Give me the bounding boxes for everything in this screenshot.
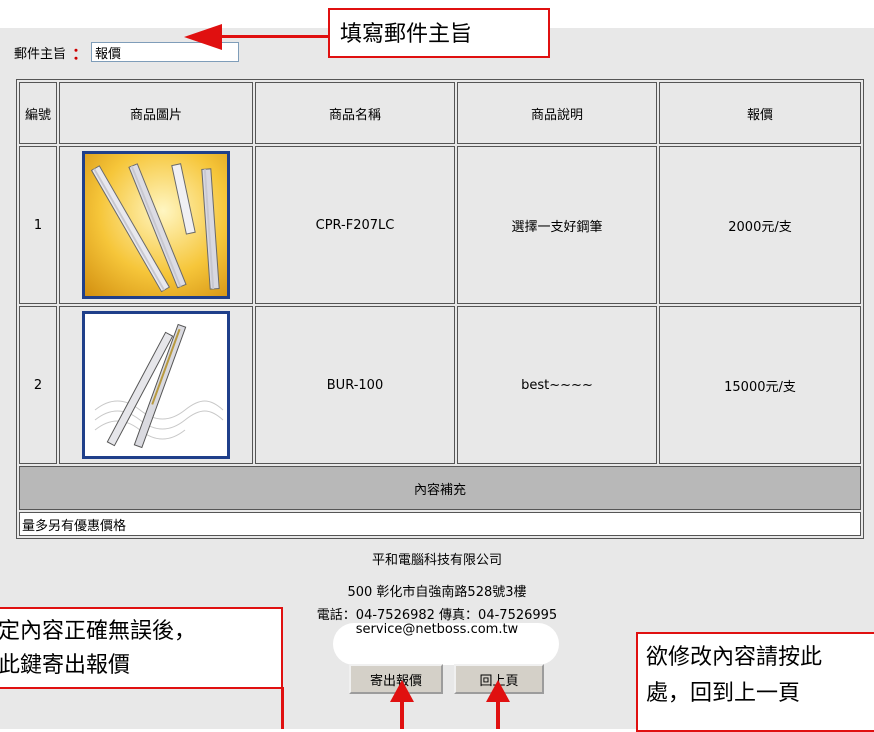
supplement-header: 內容補充 <box>19 466 861 510</box>
row-no: 1 <box>19 146 57 304</box>
company-name: 平和電腦科技有限公司 <box>371 553 502 568</box>
row-desc: best~~~~ <box>457 306 657 464</box>
back-tip-line-2: 處，回到上一頁 <box>646 681 801 706</box>
silver-pen-image <box>82 311 230 459</box>
up-arrow-icon <box>390 680 414 729</box>
gold-pens-image <box>82 151 230 299</box>
quote-table: 編號 商品圖片 商品名稱 商品說明 報價 1 CPR-F207LC 選擇一支好鋼… <box>16 79 864 539</box>
table-row: 2 BUR-100 best~~~~ 15000元/支 <box>19 306 861 464</box>
send-tip-box: 定內容正確無誤後， 此鍵寄出報價 <box>0 607 283 689</box>
table-row: 1 CPR-F207LC 選擇一支好鋼筆 2000元/支 <box>19 146 861 304</box>
header-name: 商品名稱 <box>255 82 455 144</box>
table-header-row: 編號 商品圖片 商品名稱 商品說明 報價 <box>19 82 861 144</box>
back-tip-box: 欲修改內容請按此 處，回到上一頁 <box>636 632 874 732</box>
send-tip-line-2: 此鍵寄出報價 <box>0 653 131 678</box>
supplement-body-row: 量多另有優惠價格 <box>19 512 861 536</box>
up-arrow-icon <box>486 680 510 729</box>
row-price: 15000元/支 <box>659 306 861 464</box>
send-tip-connector <box>281 687 284 729</box>
left-arrow-icon <box>184 24 222 50</box>
subject-tip-text: 填寫郵件主旨 <box>340 22 473 47</box>
header-desc: 商品說明 <box>457 82 657 144</box>
header-price: 報價 <box>659 82 861 144</box>
supplement-header-row: 內容補充 <box>19 466 861 510</box>
subject-arrow-line <box>218 35 330 38</box>
header-no: 編號 <box>19 82 57 144</box>
row-no: 2 <box>19 306 57 464</box>
subject-label: 郵件主旨 <box>14 46 67 62</box>
send-tip-line-1: 定內容正確無誤後， <box>0 619 197 644</box>
back-tip-line-1: 欲修改內容請按此 <box>646 645 823 670</box>
row-name: CPR-F207LC <box>255 146 455 304</box>
header-image: 商品圖片 <box>59 82 253 144</box>
row-image-cell <box>59 146 253 304</box>
company-address: 500 彰化市自強南路528號3樓 <box>347 585 527 600</box>
row-desc: 選擇一支好鋼筆 <box>457 146 657 304</box>
row-price: 2000元/支 <box>659 146 861 304</box>
row-image-cell <box>59 306 253 464</box>
row-name: BUR-100 <box>255 306 455 464</box>
supplement-text: 量多另有優惠價格 <box>19 512 861 536</box>
subject-colon: ： <box>72 44 89 63</box>
subject-tip-box: 填寫郵件主旨 <box>328 8 550 58</box>
